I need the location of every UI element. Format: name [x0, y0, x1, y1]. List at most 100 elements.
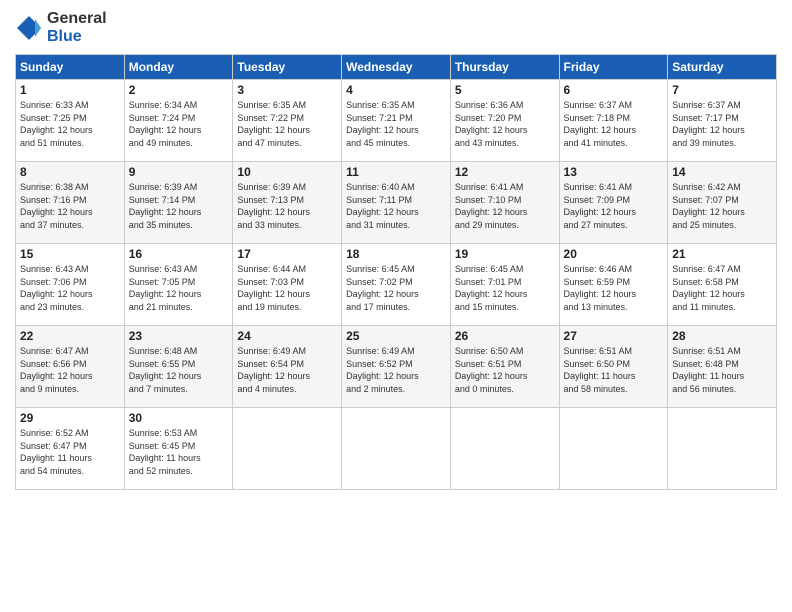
table-row: 18Sunrise: 6:45 AM Sunset: 7:02 PM Dayli… [342, 244, 451, 326]
calendar-week-row: 8 Sunrise: 6:38 AM Sunset: 7:16 PM Daylig… [16, 162, 777, 244]
table-row: 13 Sunrise: 6:41 AM Sunset: 7:09 PM Dayli… [559, 162, 668, 244]
calendar-week-row: 22 Sunrise: 6:47 AM Sunset: 6:56 PM Dayli… [16, 326, 777, 408]
day-info: Sunrise: 6:34 AM Sunset: 7:24 PM Dayligh… [129, 99, 229, 149]
table-row: 15 Sunrise: 6:43 AM Sunset: 7:06 PM Dayli… [16, 244, 125, 326]
table-row: 1 Sunrise: 6:33 AM Sunset: 7:25 PM Daylig… [16, 80, 125, 162]
day-number: 10 [237, 165, 337, 179]
table-row: 9Sunrise: 6:39 AM Sunset: 7:14 PM Daylig… [124, 162, 233, 244]
table-row: 22 Sunrise: 6:47 AM Sunset: 6:56 PM Dayli… [16, 326, 125, 408]
day-info: Sunrise: 6:49 AM Sunset: 6:54 PM Dayligh… [237, 345, 337, 395]
day-info: Sunrise: 6:33 AM Sunset: 7:25 PM Dayligh… [20, 99, 120, 149]
day-number: 12 [455, 165, 555, 179]
table-row: 19 Sunrise: 6:45 AM Sunset: 7:01 PM Dayli… [450, 244, 559, 326]
day-info: Sunrise: 6:42 AM Sunset: 7:07 PM Dayligh… [672, 181, 772, 231]
day-info: Sunrise: 6:39 AM Sunset: 7:13 PM Dayligh… [237, 181, 337, 231]
day-info: Sunrise: 6:45 AM Sunset: 7:01 PM Dayligh… [455, 263, 555, 313]
day-info: Sunrise: 6:38 AM Sunset: 7:16 PM Dayligh… [20, 181, 120, 231]
day-info: Sunrise: 6:43 AM Sunset: 7:05 PM Dayligh… [129, 263, 229, 313]
day-info: Sunrise: 6:47 AM Sunset: 6:58 PM Dayligh… [672, 263, 772, 313]
day-number: 4 [346, 83, 446, 97]
day-info: Sunrise: 6:48 AM Sunset: 6:55 PM Dayligh… [129, 345, 229, 395]
day-number: 17 [237, 247, 337, 261]
day-number: 2 [129, 83, 229, 97]
day-number: 22 [20, 329, 120, 343]
table-row: 29 Sunrise: 6:52 AM Sunset: 6:47 PM Dayli… [16, 408, 125, 490]
col-tuesday: Tuesday [233, 55, 342, 80]
col-wednesday: Wednesday [342, 55, 451, 80]
day-info: Sunrise: 6:40 AM Sunset: 7:11 PM Dayligh… [346, 181, 446, 231]
table-row: 5 Sunrise: 6:36 AM Sunset: 7:20 PM Daylig… [450, 80, 559, 162]
col-sunday: Sunday [16, 55, 125, 80]
day-info: Sunrise: 6:53 AM Sunset: 6:45 PM Dayligh… [129, 427, 229, 477]
day-info: Sunrise: 6:41 AM Sunset: 7:09 PM Dayligh… [564, 181, 664, 231]
table-row: 11 Sunrise: 6:40 AM Sunset: 7:11 PM Dayli… [342, 162, 451, 244]
day-info: Sunrise: 6:44 AM Sunset: 7:03 PM Dayligh… [237, 263, 337, 313]
day-number: 8 [20, 165, 120, 179]
day-number: 9 [129, 165, 229, 179]
day-info: Sunrise: 6:43 AM Sunset: 7:06 PM Dayligh… [20, 263, 120, 313]
day-number: 24 [237, 329, 337, 343]
day-number: 14 [672, 165, 772, 179]
calendar-week-row: 29 Sunrise: 6:52 AM Sunset: 6:47 PM Dayli… [16, 408, 777, 490]
col-saturday: Saturday [668, 55, 777, 80]
day-info: Sunrise: 6:37 AM Sunset: 7:17 PM Dayligh… [672, 99, 772, 149]
table-row: 7 Sunrise: 6:37 AM Sunset: 7:17 PM Daylig… [668, 80, 777, 162]
table-row: 28 Sunrise: 6:51 AM Sunset: 6:48 PM Dayli… [668, 326, 777, 408]
calendar-header-row: Sunday Monday Tuesday Wednesday Thursday… [16, 55, 777, 80]
day-number: 5 [455, 83, 555, 97]
day-info: Sunrise: 6:35 AM Sunset: 7:21 PM Dayligh… [346, 99, 446, 149]
day-number: 29 [20, 411, 120, 425]
col-monday: Monday [124, 55, 233, 80]
day-number: 11 [346, 165, 446, 179]
day-info: Sunrise: 6:41 AM Sunset: 7:10 PM Dayligh… [455, 181, 555, 231]
day-number: 15 [20, 247, 120, 261]
col-thursday: Thursday [450, 55, 559, 80]
day-info: Sunrise: 6:51 AM Sunset: 6:48 PM Dayligh… [672, 345, 772, 395]
table-row: 24 Sunrise: 6:49 AM Sunset: 6:54 PM Dayli… [233, 326, 342, 408]
day-info: Sunrise: 6:36 AM Sunset: 7:20 PM Dayligh… [455, 99, 555, 149]
calendar-page: General Blue Sunday Monday Tuesday Wedne… [0, 0, 792, 612]
day-number: 3 [237, 83, 337, 97]
table-row: 23 Sunrise: 6:48 AM Sunset: 6:55 PM Dayli… [124, 326, 233, 408]
day-info: Sunrise: 6:45 AM Sunset: 7:02 PM Dayligh… [346, 263, 446, 313]
day-number: 21 [672, 247, 772, 261]
calendar-week-row: 15 Sunrise: 6:43 AM Sunset: 7:06 PM Dayli… [16, 244, 777, 326]
table-row: 4 Sunrise: 6:35 AM Sunset: 7:21 PM Daylig… [342, 80, 451, 162]
table-row [668, 408, 777, 490]
day-number: 16 [129, 247, 229, 261]
table-row: 8 Sunrise: 6:38 AM Sunset: 7:16 PM Daylig… [16, 162, 125, 244]
table-row: 26Sunrise: 6:50 AM Sunset: 6:51 PM Dayli… [450, 326, 559, 408]
table-row [233, 408, 342, 490]
calendar-week-row: 1 Sunrise: 6:33 AM Sunset: 7:25 PM Daylig… [16, 80, 777, 162]
day-number: 19 [455, 247, 555, 261]
day-number: 7 [672, 83, 772, 97]
day-info: Sunrise: 6:49 AM Sunset: 6:52 PM Dayligh… [346, 345, 446, 395]
day-number: 28 [672, 329, 772, 343]
day-info: Sunrise: 6:47 AM Sunset: 6:56 PM Dayligh… [20, 345, 120, 395]
day-info: Sunrise: 6:37 AM Sunset: 7:18 PM Dayligh… [564, 99, 664, 149]
table-row [559, 408, 668, 490]
logo-text: General Blue [47, 10, 107, 46]
table-row: 25Sunrise: 6:49 AM Sunset: 6:52 PM Dayli… [342, 326, 451, 408]
table-row: 14 Sunrise: 6:42 AM Sunset: 7:07 PM Dayli… [668, 162, 777, 244]
day-info: Sunrise: 6:35 AM Sunset: 7:22 PM Dayligh… [237, 99, 337, 149]
header: General Blue [15, 10, 777, 46]
table-row: 17 Sunrise: 6:44 AM Sunset: 7:03 PM Dayli… [233, 244, 342, 326]
table-row [450, 408, 559, 490]
table-row [342, 408, 451, 490]
day-number: 20 [564, 247, 664, 261]
day-info: Sunrise: 6:46 AM Sunset: 6:59 PM Dayligh… [564, 263, 664, 313]
table-row: 30Sunrise: 6:53 AM Sunset: 6:45 PM Dayli… [124, 408, 233, 490]
table-row: 16 Sunrise: 6:43 AM Sunset: 7:05 PM Dayli… [124, 244, 233, 326]
day-number: 23 [129, 329, 229, 343]
table-row: 6 Sunrise: 6:37 AM Sunset: 7:18 PM Daylig… [559, 80, 668, 162]
table-row: 10 Sunrise: 6:39 AM Sunset: 7:13 PM Dayli… [233, 162, 342, 244]
table-row: 27Sunrise: 6:51 AM Sunset: 6:50 PM Dayli… [559, 326, 668, 408]
col-friday: Friday [559, 55, 668, 80]
day-info: Sunrise: 6:52 AM Sunset: 6:47 PM Dayligh… [20, 427, 120, 477]
day-number: 6 [564, 83, 664, 97]
table-row: 21 Sunrise: 6:47 AM Sunset: 6:58 PM Dayli… [668, 244, 777, 326]
day-info: Sunrise: 6:51 AM Sunset: 6:50 PM Dayligh… [564, 345, 664, 395]
day-number: 13 [564, 165, 664, 179]
day-number: 1 [20, 83, 120, 97]
